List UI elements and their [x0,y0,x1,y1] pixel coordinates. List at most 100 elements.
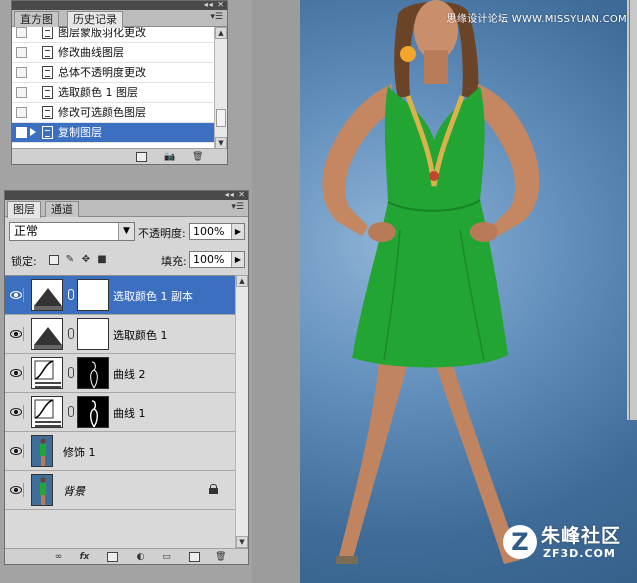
fx-icon[interactable]: fx [79,552,90,562]
layer-name[interactable]: 曲线 1 [113,405,146,421]
lock-icon [209,484,218,494]
history-state-icon [42,27,53,39]
mask-icon[interactable] [107,552,118,562]
history-item[interactable]: 修改可选颜色图层 [12,103,214,123]
scroll-down-icon[interactable]: ▼ [236,536,248,548]
lock-label: 锁定: [11,255,37,268]
trash-icon[interactable]: 🗑 [192,152,203,162]
layer-name[interactable]: 曲线 2 [113,366,146,382]
layer-name[interactable]: 背景 [63,483,85,499]
history-source-checkbox[interactable] [16,47,27,58]
layer-row[interactable]: 选取颜色 1 [5,315,237,354]
layers-panel-titlebar[interactable]: ◂◂ ✕ [5,190,248,200]
watermark-logo-icon: Z [503,525,537,559]
panel-menu-icon[interactable]: ▾☰ [210,12,223,22]
chevron-down-icon[interactable]: ▼ [118,223,134,240]
history-tabrow: 直方图 历史记录 ▾☰ [12,10,227,28]
layer-mask-thumbnail[interactable] [77,279,109,311]
adjustment-icon[interactable]: ◐ [135,552,146,562]
layers-scrollbar[interactable]: ▲ ▼ [235,275,248,548]
tab-channels[interactable]: 通道 [45,201,79,217]
history-source-checkbox[interactable] [16,87,27,98]
history-item-label: 复制图层 [58,126,102,139]
layer-mask-thumbnail[interactable] [77,357,109,389]
lock-position-icon[interactable]: ✥ [81,255,91,265]
image-thumbnail [31,435,53,467]
mask-link-icon[interactable] [68,289,74,300]
history-item-label: 修改曲线图层 [58,46,124,59]
watermark-top: 思缘设计论坛 WWW.MISSYUAN.COM [446,14,627,25]
history-item[interactable]: 修改曲线图层 [12,43,214,63]
trash-icon[interactable]: 🗑 [215,552,226,562]
visibility-eye-icon[interactable] [9,483,24,497]
history-item[interactable]: 选取颜色 1 图层 [12,83,214,103]
history-list: 图层蒙版羽化更改 修改曲线图层 总体不透明度更改 选取颜色 1 图层 修改可选颜… [12,27,214,149]
new-document-from-state-icon[interactable] [136,152,147,162]
opacity-slider-arrow-icon[interactable]: ▶ [231,224,244,239]
history-item-label: 总体不透明度更改 [58,66,146,79]
scroll-up-icon[interactable]: ▲ [215,27,227,39]
layers-controls: 正常 ▼ 不透明度: 100% ▶ 锁定: ✎ ✥ ■ 填充: 100% ▶ [5,217,248,275]
new-layer-icon[interactable] [189,552,200,562]
history-state-icon [42,46,53,59]
scroll-up-icon[interactable]: ▲ [236,275,248,287]
history-item-label: 修改可选颜色图层 [58,106,146,119]
selective-color-thumbnail [31,279,63,311]
layer-row[interactable]: 曲线 1 [5,393,237,432]
fill-slider-arrow-icon[interactable]: ▶ [231,252,244,267]
history-scrollbar[interactable]: ▲ ▼ [214,27,227,149]
layers-footer: ∞ fx ◐ ▭ 🗑 [5,548,248,564]
mask-link-icon[interactable] [68,406,74,417]
visibility-eye-icon[interactable] [9,327,24,341]
history-state-icon [42,66,53,79]
image-thumbnail [31,474,53,506]
tab-history[interactable]: 历史记录 [67,11,123,28]
history-source-checkbox[interactable] [16,127,27,138]
history-source-checkbox[interactable] [16,67,27,78]
layer-row-selected[interactable]: 选取颜色 1 副本 [5,276,237,315]
visibility-eye-icon[interactable] [9,288,24,302]
layer-row[interactable]: 修饰 1 [5,432,237,471]
history-state-slider-icon[interactable] [30,128,36,136]
history-source-checkbox[interactable] [16,27,27,38]
mask-link-icon[interactable] [68,367,74,378]
lock-transparent-pixels-icon[interactable] [49,255,59,265]
snapshot-camera-icon[interactable]: 📷 [164,152,175,162]
history-item[interactable]: 图层蒙版羽化更改 [12,27,214,43]
history-item-label: 选取颜色 1 图层 [58,86,138,99]
opacity-label: 不透明度: [138,227,186,240]
layer-row[interactable]: 背景 [5,471,237,510]
opacity-value: 100% [193,225,225,238]
opacity-field[interactable]: 100% ▶ [189,223,245,240]
layer-mask-thumbnail[interactable] [77,396,109,428]
history-panel-titlebar[interactable]: ◂◂ ✕ [12,0,227,10]
visibility-eye-icon[interactable] [9,444,24,458]
panel-menu-icon[interactable]: ▾☰ [231,202,244,212]
lock-all-icon[interactable]: ■ [97,255,107,265]
link-icon[interactable]: ∞ [53,552,64,562]
mask-link-icon[interactable] [68,328,74,339]
visibility-eye-icon[interactable] [9,366,24,380]
fill-field[interactable]: 100% ▶ [189,251,245,268]
layer-name[interactable]: 修饰 1 [63,444,96,460]
layer-name[interactable]: 选取颜色 1 副本 [113,288,193,304]
history-source-checkbox[interactable] [16,107,27,118]
tab-layers[interactable]: 图层 [7,201,41,218]
history-item-selected[interactable]: 复制图层 [12,123,214,143]
layer-row[interactable]: 曲线 2 [5,354,237,393]
history-panel: ◂◂ ✕ 直方图 历史记录 ▾☰ 图层蒙版羽化更改 修改曲线图层 总体不透明度更… [11,0,228,165]
layer-mask-thumbnail[interactable] [77,318,109,350]
layer-name[interactable]: 选取颜色 1 [113,327,168,343]
history-item[interactable]: 总体不透明度更改 [12,63,214,83]
visibility-eye-icon[interactable] [9,405,24,419]
blend-mode-select[interactable]: 正常 ▼ [9,222,135,241]
tab-histogram[interactable]: 直方图 [14,11,59,27]
scroll-thumb[interactable] [216,109,226,127]
history-footer: 📷 🗑 [12,148,227,164]
watermark-logo: Z 朱峰社区 ZF3D.COM [503,521,623,567]
group-folder-icon[interactable]: ▭ [161,552,172,562]
history-state-icon [42,126,53,139]
history-state-icon [42,86,53,99]
layers-panel: ◂◂ ✕ 图层 通道 ▾☰ 正常 ▼ 不透明度: 100% ▶ 锁定: ✎ ✥ … [4,190,249,565]
lock-image-pixels-icon[interactable]: ✎ [65,255,75,265]
